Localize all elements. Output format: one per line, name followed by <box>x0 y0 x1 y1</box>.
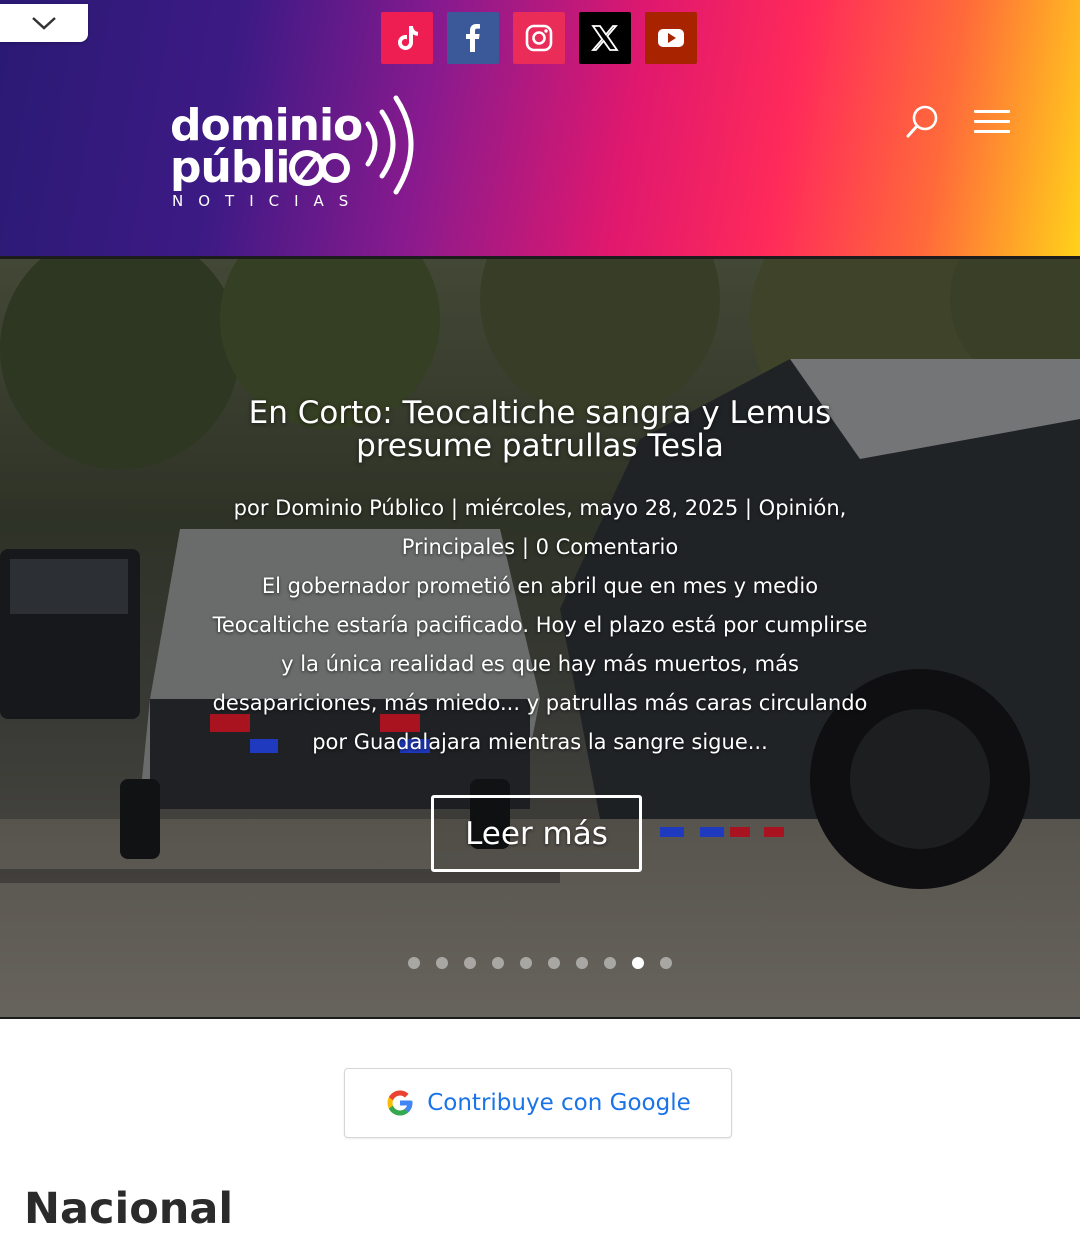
meta-separator: | <box>744 496 752 520</box>
slider-dot-5[interactable] <box>520 957 532 969</box>
instagram-link[interactable] <box>513 12 565 64</box>
slider-dot-4[interactable] <box>492 957 504 969</box>
youtube-link[interactable] <box>645 12 697 64</box>
read-more-button[interactable]: Leer más <box>431 795 642 872</box>
comments-link[interactable]: 0 Comentario <box>536 535 679 559</box>
slider-dot-2[interactable] <box>436 957 448 969</box>
post-date: miércoles, mayo 28, 2025 <box>464 496 739 520</box>
meta-by: por <box>233 496 269 520</box>
slide-excerpt: El gobernador prometió en abril que en m… <box>212 574 868 754</box>
slider-pagination <box>0 957 1080 969</box>
chevron-down-icon <box>32 17 56 30</box>
section-heading: Nacional <box>24 1184 234 1234</box>
menu-bar-icon <box>974 130 1010 133</box>
category-link-principales[interactable]: Principales <box>402 535 515 559</box>
search-icon <box>906 105 938 138</box>
meta-separator: | <box>521 535 529 559</box>
collapse-toggle[interactable] <box>0 4 88 42</box>
featured-slider: En Corto: Teocaltiche sangra y Lemus pre… <box>0 259 1080 1019</box>
logo-co-icon <box>289 150 351 186</box>
x-link[interactable] <box>579 12 631 64</box>
instagram-icon <box>525 24 553 52</box>
slider-dot-6[interactable] <box>548 957 560 969</box>
facebook-icon <box>466 24 480 52</box>
logo-tagline: NOTICIAS <box>172 192 364 210</box>
contribute-google-button[interactable]: Contribuye con Google <box>344 1068 732 1138</box>
broadcast-waves-icon <box>365 95 414 195</box>
social-links <box>381 12 697 64</box>
slider-dot-10[interactable] <box>660 957 672 969</box>
tiktok-link[interactable] <box>381 12 433 64</box>
facebook-link[interactable] <box>447 12 499 64</box>
search-button[interactable] <box>904 104 940 140</box>
slide-title[interactable]: En Corto: Teocaltiche sangra y Lemus pre… <box>180 397 900 463</box>
category-link-opinion[interactable]: Opinión, <box>759 496 847 520</box>
logo-line-2: públi <box>170 146 351 190</box>
contribute-label: Contribuye con Google <box>427 1090 691 1116</box>
post-meta: por Dominio Público | miércoles, mayo 28… <box>200 489 880 567</box>
menu-bar-icon <box>974 110 1010 113</box>
hamburger-menu-button[interactable] <box>974 110 1010 138</box>
slider-dot-1[interactable] <box>408 957 420 969</box>
menu-bar-icon <box>974 120 1010 123</box>
site-header: dominio públi NOTICIAS <box>0 0 1080 259</box>
slider-dot-9[interactable] <box>632 957 644 969</box>
author-link[interactable]: Dominio Público <box>275 496 444 520</box>
slider-dot-3[interactable] <box>464 957 476 969</box>
slider-dot-7[interactable] <box>576 957 588 969</box>
slider-dot-8[interactable] <box>604 957 616 969</box>
site-logo[interactable]: dominio públi NOTICIAS <box>170 95 430 216</box>
meta-separator: | <box>450 496 458 520</box>
tiktok-icon <box>398 26 418 50</box>
youtube-icon <box>658 29 684 47</box>
google-logo-icon <box>387 1090 413 1116</box>
x-icon <box>591 25 619 51</box>
